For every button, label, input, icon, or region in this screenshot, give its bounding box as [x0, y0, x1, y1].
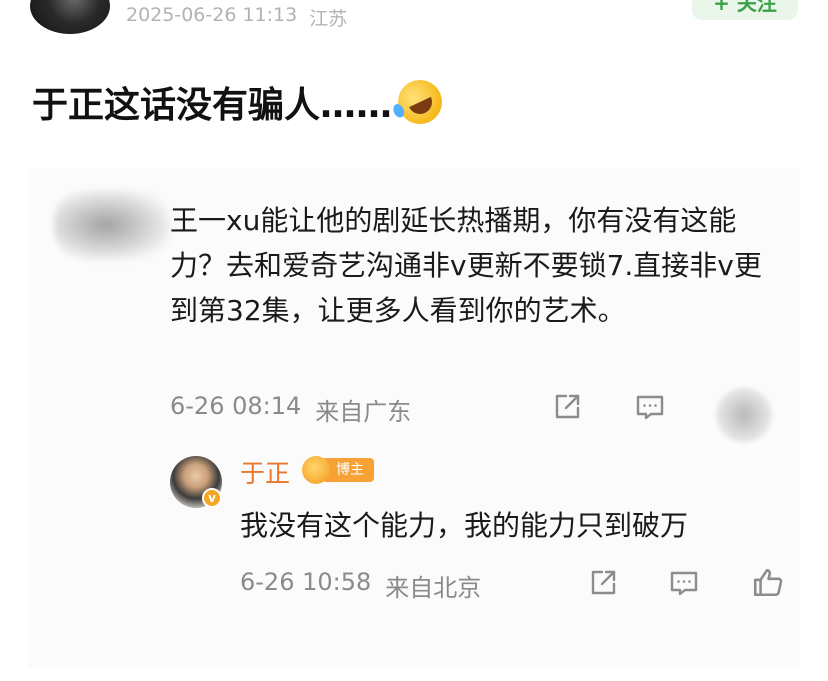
reply-location: 来自北京 [385, 574, 482, 602]
blurred-commenter-avatar [54, 190, 170, 260]
reply-text: 我没有这个能力，我的能力只到破万 [240, 509, 689, 542]
blurred-like-icon [716, 388, 772, 442]
rolling-laughing-emoji-icon [390, 72, 450, 132]
reply-comment-icon[interactable] [668, 567, 700, 599]
blogger-badge: 博主 [302, 455, 374, 485]
post-body: 于正这话没有骗人…… [32, 72, 450, 132]
comment-text: 王一xu能让他的剧延长热播期，你有没有这能力？去和爱奇艺沟通非v更新不要锁7.直… [170, 204, 762, 327]
post-location: 江苏 [309, 8, 348, 30]
post-timestamp: 2025-06-26 11:13 [126, 4, 298, 26]
comment-time: 6-26 08:14 [170, 392, 302, 420]
crown-icon [302, 456, 330, 484]
reply-author-name[interactable]: 于正 [240, 454, 290, 490]
post-meta: 2025-06-26 11:13 江苏 [126, 4, 347, 31]
poster-avatar[interactable] [30, 0, 110, 34]
comment-meta: 6-26 08:14 来自广东 [170, 392, 411, 427]
reply-time: 6-26 10:58 [240, 568, 372, 596]
like-icon[interactable] [751, 565, 785, 599]
reply-share-icon[interactable] [587, 567, 619, 599]
reply-meta: 6-26 10:58 来自北京 [240, 568, 481, 603]
comment-location: 来自广东 [315, 398, 412, 426]
verified-badge: v [202, 488, 222, 508]
share-icon[interactable] [551, 391, 583, 423]
follow-button[interactable]: + 关注 [692, 0, 798, 20]
post-text: 于正这话没有骗人…… [32, 85, 393, 126]
comment-icon[interactable] [634, 391, 666, 423]
